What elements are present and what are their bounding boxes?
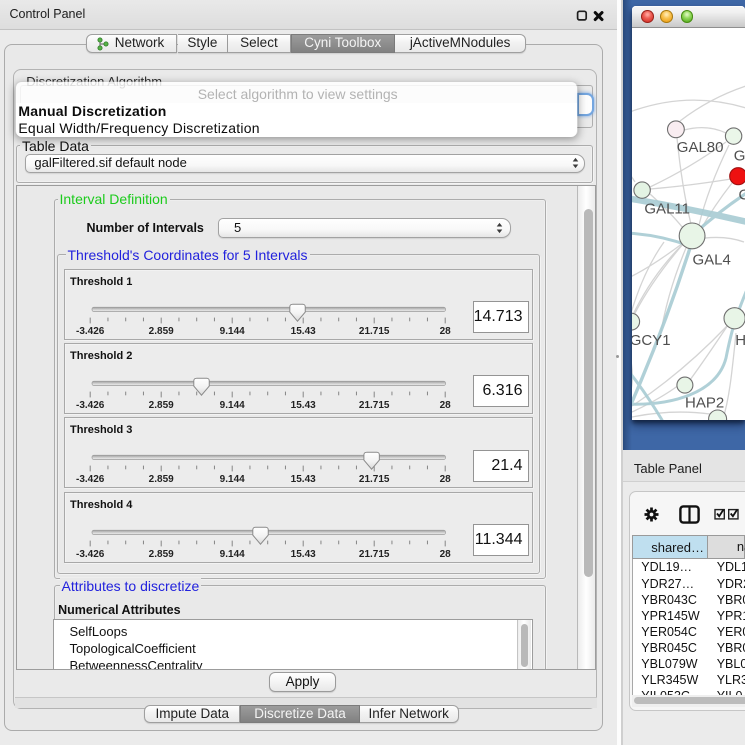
svg-text:GAL80: GAL80 bbox=[676, 139, 723, 156]
svg-text:GAL11: GAL11 bbox=[644, 200, 690, 217]
svg-text:GCY1: GCY1 bbox=[632, 332, 671, 349]
svg-text:C: C bbox=[738, 187, 745, 204]
svg-text:GA: GA bbox=[733, 148, 745, 165]
svg-text:GAL4: GAL4 bbox=[692, 251, 730, 268]
svg-text:HAP2: HAP2 bbox=[685, 395, 724, 412]
svg-text:H: H bbox=[735, 332, 745, 349]
